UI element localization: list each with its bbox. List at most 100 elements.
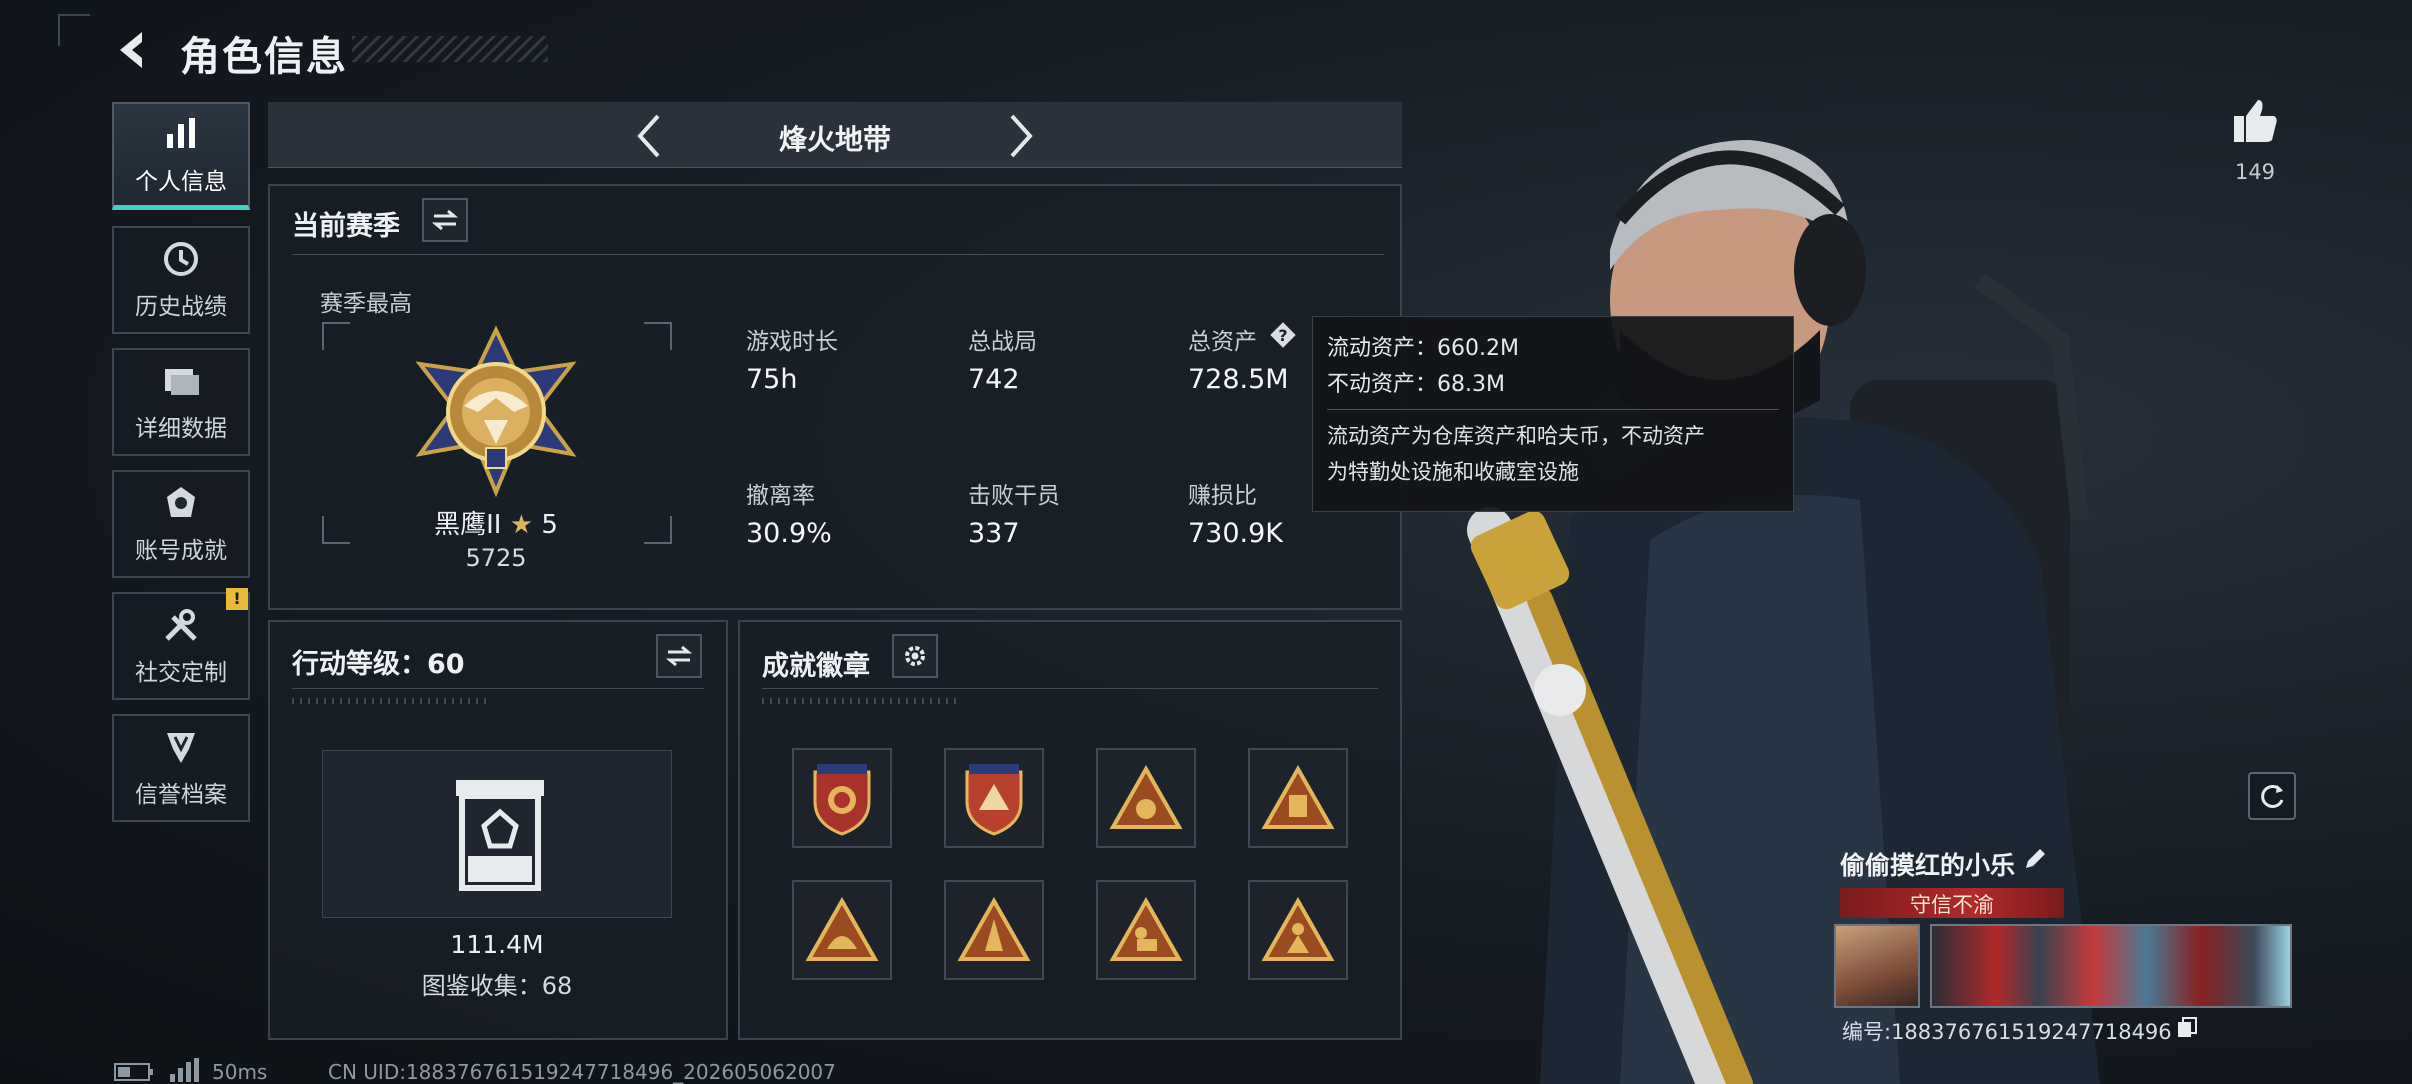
tooltip-liquid-assets: 流动资产：660.2M (1327, 336, 1519, 361)
action-level-swap-button[interactable] (656, 634, 702, 678)
refresh-button[interactable] (2248, 772, 2296, 820)
achievement-badge-6[interactable] (944, 880, 1044, 980)
season-title: 当前赛季 (292, 211, 400, 242)
avatar[interactable] (1834, 924, 1920, 1008)
sidebar-item-reputation[interactable]: 信誉档案 (112, 714, 250, 822)
ping-label: 50ms (212, 1060, 268, 1084)
sidebar-item-label: 历史战绩 (135, 294, 227, 320)
stat-value-kills: 337 (968, 518, 1020, 549)
uid-label: CN UID:188376761519247718496_20260506200… (328, 1060, 836, 1084)
tooltip-fixed-assets: 不动资产：68.3M (1327, 372, 1505, 397)
stat-value-extraction-rate: 30.9% (746, 518, 832, 549)
stat-label-total-assets: 总资产 (1188, 329, 1257, 355)
tooltip-divider (1327, 409, 1779, 410)
triangle-badge-icon (1261, 897, 1335, 961)
achievement-badge-2[interactable] (944, 748, 1044, 848)
triangle-badge-icon (1109, 765, 1183, 829)
rank-line: 黑鹰II ★ 5 (426, 504, 566, 541)
svg-text:?: ? (1278, 326, 1287, 345)
honor-title: 守信不渝 (1910, 893, 1994, 917)
refresh-icon (2261, 784, 2284, 808)
rank-stars: 5 (541, 510, 558, 540)
collection-value: 111.4M (450, 930, 544, 959)
stat-value-total-assets: 728.5M (1188, 364, 1289, 395)
next-mode-icon[interactable] (1002, 110, 1042, 162)
sidebar-item-match-history[interactable]: 历史战绩 (112, 226, 250, 334)
page-title: 角色信息 (180, 34, 348, 80)
triangle-badge-icon (957, 897, 1031, 961)
achievement-badge-8[interactable] (1248, 880, 1348, 980)
assets-tooltip: 流动资产：660.2M 不动资产：68.3M 流动资产为仓库资产和哈夫币，不动资… (1312, 316, 1794, 512)
stat-label-extraction-rate: 撤离率 (746, 483, 815, 509)
frame-corner (322, 516, 350, 544)
triangle-badge-icon (1261, 765, 1335, 829)
corner-decoration (58, 14, 90, 46)
sidebar-item-personal-info[interactable]: 个人信息 (112, 102, 250, 210)
season-swap-button[interactable] (422, 198, 468, 242)
stat-label-kills: 击败干员 (968, 483, 1060, 509)
badges-settings-button[interactable] (892, 634, 938, 678)
bar-chart-icon (167, 117, 195, 148)
help-icon[interactable]: ? (1268, 320, 1298, 350)
rank-emblem-icon (415, 325, 577, 498)
shield-icon (167, 733, 195, 763)
title-stripes-decoration (352, 36, 548, 62)
mode-label: 烽火地带 (778, 123, 891, 156)
star-icon: ★ (509, 510, 534, 540)
dot-decoration (292, 698, 492, 704)
stat-value-total-matches: 742 (968, 364, 1020, 395)
action-level-title: 行动等级：60 (292, 649, 465, 680)
back-arrow-icon[interactable] (112, 28, 156, 72)
folder-icon (165, 369, 199, 395)
action-level-divider (292, 688, 704, 689)
alert-badge: ! (226, 588, 248, 610)
sidebar-item-detailed-data[interactable]: 详细数据 (112, 348, 250, 456)
tooltip-desc-line2: 为特勤处设施和收藏室设施 (1327, 460, 1579, 484)
achievement-badge-5[interactable] (792, 880, 892, 980)
shield-badge-icon (813, 764, 871, 836)
sidebar-item-label: 详细数据 (135, 416, 227, 442)
sidebar-item-label: 账号成就 (135, 538, 227, 564)
battery-icon (114, 1063, 153, 1081)
player-id: 编号:188376761519247718496 (1842, 1020, 2172, 1044)
sidebar-item-label: 信誉档案 (135, 782, 227, 808)
frame-corner (644, 322, 672, 350)
frame-corner (322, 322, 350, 350)
achievement-icon (167, 487, 195, 517)
shield-badge-icon (965, 764, 1023, 836)
thumbs-up-icon[interactable] (2230, 96, 2280, 146)
tools-icon (165, 609, 197, 641)
swap-icon (666, 645, 692, 667)
like-count: 149 (2234, 160, 2276, 184)
rank-score: 5725 (465, 544, 527, 572)
edit-pencil-icon[interactable] (2022, 846, 2048, 872)
dot-decoration (762, 698, 962, 704)
player-name: 偷偷摸红的小乐 (1840, 851, 2016, 880)
signal-icon (170, 1058, 199, 1082)
season-divider (292, 254, 1384, 255)
sidebar-item-label: 个人信息 (135, 168, 227, 195)
badges-title: 成就徽章 (762, 651, 870, 682)
stat-value-playtime: 75h (746, 364, 798, 395)
stat-label-playtime: 游戏时长 (746, 329, 838, 355)
sidebar-item-label: 社交定制 (135, 660, 227, 686)
player-card-banner[interactable] (1930, 924, 2292, 1008)
gear-icon (905, 646, 925, 666)
tooltip-desc-line1: 流动资产为仓库资产和哈夫币，不动资产 (1327, 424, 1705, 448)
frame-corner (644, 516, 672, 544)
stat-label-profit-ratio: 赚损比 (1188, 483, 1257, 509)
swap-icon (432, 209, 458, 231)
achievement-badge-1[interactable] (792, 748, 892, 848)
achievement-badge-7[interactable] (1096, 880, 1196, 980)
achievement-badge-3[interactable] (1096, 748, 1196, 848)
rank-name: 黑鹰II (434, 510, 502, 540)
triangle-badge-icon (1109, 897, 1183, 961)
copy-icon[interactable] (2176, 1016, 2198, 1038)
badges-divider (762, 688, 1378, 689)
achievement-badge-4[interactable] (1248, 748, 1348, 848)
clock-icon (164, 242, 198, 276)
collection-count: 图鉴收集：68 (421, 972, 573, 1000)
collection-cabinet-icon (456, 780, 544, 891)
stat-value-profit-ratio: 730.9K (1188, 518, 1284, 549)
sidebar-item-achievements[interactable]: 账号成就 (112, 470, 250, 578)
